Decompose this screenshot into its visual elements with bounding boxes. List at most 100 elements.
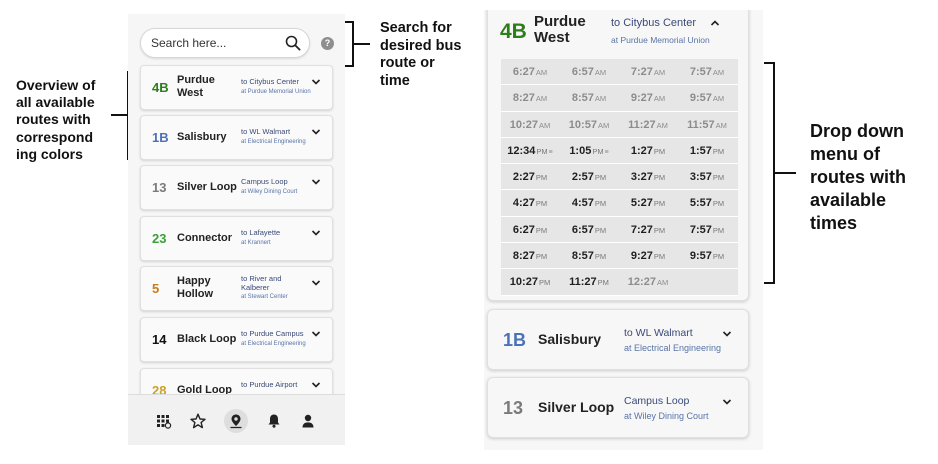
departure-time[interactable]: 9:57AM [678,92,736,104]
map-pin-icon[interactable] [228,413,244,429]
time-value: 8:27 [512,250,535,263]
departure-time[interactable]: 2:27PM [501,171,559,183]
departure-time[interactable]: 10:27AM [501,119,559,131]
time-period: PM [538,278,551,288]
departure-time[interactable]: 8:27AM [501,92,559,104]
departure-time[interactable]: 9:27AM [619,92,677,104]
route-destination: to Purdue Campus [241,329,304,338]
departure-time[interactable]: 12:27AM [619,276,677,288]
departure-time[interactable]: 11:57AM [678,119,736,131]
departure-time[interactable]: 7:27AM [619,66,677,78]
departure-time[interactable]: 6:57AM [560,66,618,78]
time-value: 4:57 [571,197,594,210]
departure-time[interactable]: 1:57PM [678,145,736,157]
help-icon[interactable]: ? [321,37,334,50]
time-value: 10:57 [568,118,597,131]
profile-icon[interactable] [300,413,316,429]
departure-time[interactable]: 6:27AM [501,66,559,78]
departure-time[interactable]: 5:57PM [678,197,736,209]
search-bar[interactable] [140,28,310,58]
chevron-down-icon[interactable] [311,381,321,389]
route-destination: Campus Loop [241,177,288,186]
annotation-overview: Overview of all available routes with co… [16,77,96,162]
time-row: 6:27AM 6:57AM 7:27AM 7:57AM [501,59,738,86]
route-name: Purdue West [177,74,215,99]
time-period: AM [712,68,725,77]
departure-time[interactable]: 7:27PM [619,224,677,236]
chevron-up-icon[interactable] [710,19,720,27]
chevron-down-icon[interactable] [311,279,321,287]
route-name: Salisbury [538,331,602,347]
route-stop: at Purdue Memorial Union [241,89,311,95]
departure-time[interactable]: 1:27PM [619,145,677,157]
notifications-bell-icon[interactable] [266,413,282,429]
route-card[interactable]: 23 Connector to Lafayette at Krannert [140,216,333,261]
route-stop: at Electrical Engineering [241,139,306,145]
route-card[interactable]: 1B Salisbury to WL Walmart at Electrical En… [140,115,333,160]
time-period: AM [597,120,610,130]
time-period: PM [535,199,548,209]
time-value: 9:57 [689,250,712,263]
route-number: 13 [152,180,167,195]
chevron-down-icon[interactable] [311,330,321,338]
departure-time[interactable]: 10:27PM [501,276,559,288]
departure-time[interactable]: 7:57PM [678,224,736,236]
departure-time[interactable]: 4:57PM [560,197,618,209]
route-name: Purdue West [534,13,586,46]
departure-time[interactable]: 3:27PM [619,171,677,183]
time-row: 8:27AM 8:57AM 9:27AM 9:57AM [501,85,738,112]
chevron-down-icon[interactable] [311,178,321,186]
departure-time[interactable]: 11:27PM [560,276,618,288]
route-card[interactable]: 13 Silver Loop Campus Loop at Wiley Dining … [140,165,333,210]
route-card[interactable]: 4B Purdue West to Citybus Center at Purdue … [140,65,333,110]
annotation-dropdown: Drop down menu of routes with available … [810,121,907,233]
chevron-down-icon[interactable] [722,330,732,338]
route-card-silver-loop[interactable]: 13 Silver Loop Campus Loop at Wiley Dini… [487,377,749,438]
departure-time[interactable]: 5:27PM [619,197,677,209]
departure-time[interactable]: 6:57PM [560,224,618,236]
route-name: Happy Hollow [177,275,214,300]
chevron-down-icon[interactable] [311,78,321,86]
chevron-down-icon[interactable] [311,128,321,136]
departure-time[interactable]: 2:57PM [560,171,618,183]
departure-time[interactable]: 7:57AM [678,66,736,78]
route-stop: at Electrical Engineering [241,341,306,347]
time-period: PM [594,173,607,183]
expanded-route-card[interactable]: 4B Purdue West to Citybus Center at Purd… [487,10,749,301]
route-card-salisbury[interactable]: 1B Salisbury to WL Walmart at Electrical… [487,309,749,370]
route-number: 14 [152,332,167,347]
search-input[interactable] [151,36,281,50]
departure-time[interactable]: 9:27PM [619,250,677,262]
time-row: 8:27PM 8:57PM 9:27PM 9:57PM [501,243,738,270]
time-period: PM [653,173,666,183]
departure-time[interactable]: 11:27AM [619,119,677,131]
route-destination: to Citybus Center [241,77,299,86]
favorites-star-icon[interactable] [190,413,206,429]
route-destination: to Purdue Airport [241,380,298,389]
search-icon[interactable] [285,35,301,51]
time-period: PM [712,252,725,262]
apps-icon[interactable] [156,413,172,429]
bottom-nav [128,394,345,445]
departure-time[interactable]: 4:27PM [501,197,559,209]
departure-time[interactable]: 12:34PM≡ [501,145,559,157]
route-card[interactable]: 5 Happy Hollow to River and Kalberer at Ste… [140,266,333,311]
departure-time[interactable]: 10:57AM [560,119,618,131]
chevron-down-icon[interactable] [722,398,732,406]
departure-time[interactable]: 8:57PM [560,250,618,262]
route-stop: at Purdue Memorial Union [611,35,710,45]
route-number: 1B [503,330,527,350]
departure-time[interactable]: 1:05PM≡ [560,145,618,157]
time-period: AM [653,94,666,104]
departure-time[interactable]: 6:27PM [501,224,559,236]
route-card[interactable]: 14 Black Loop to Purdue Campus at Electrica… [140,317,333,362]
departure-time[interactable]: 8:27PM [501,250,559,262]
time-period: PM [535,225,548,235]
departure-time[interactable]: 8:57AM [560,92,618,104]
chevron-down-icon[interactable] [311,229,321,237]
time-period: AM [712,94,725,104]
departure-time[interactable]: 3:57PM [678,171,736,183]
route-destination: to WL Walmart [241,127,291,136]
departure-time[interactable]: 9:57PM [678,250,736,262]
time-value: 3:57 [689,171,712,184]
